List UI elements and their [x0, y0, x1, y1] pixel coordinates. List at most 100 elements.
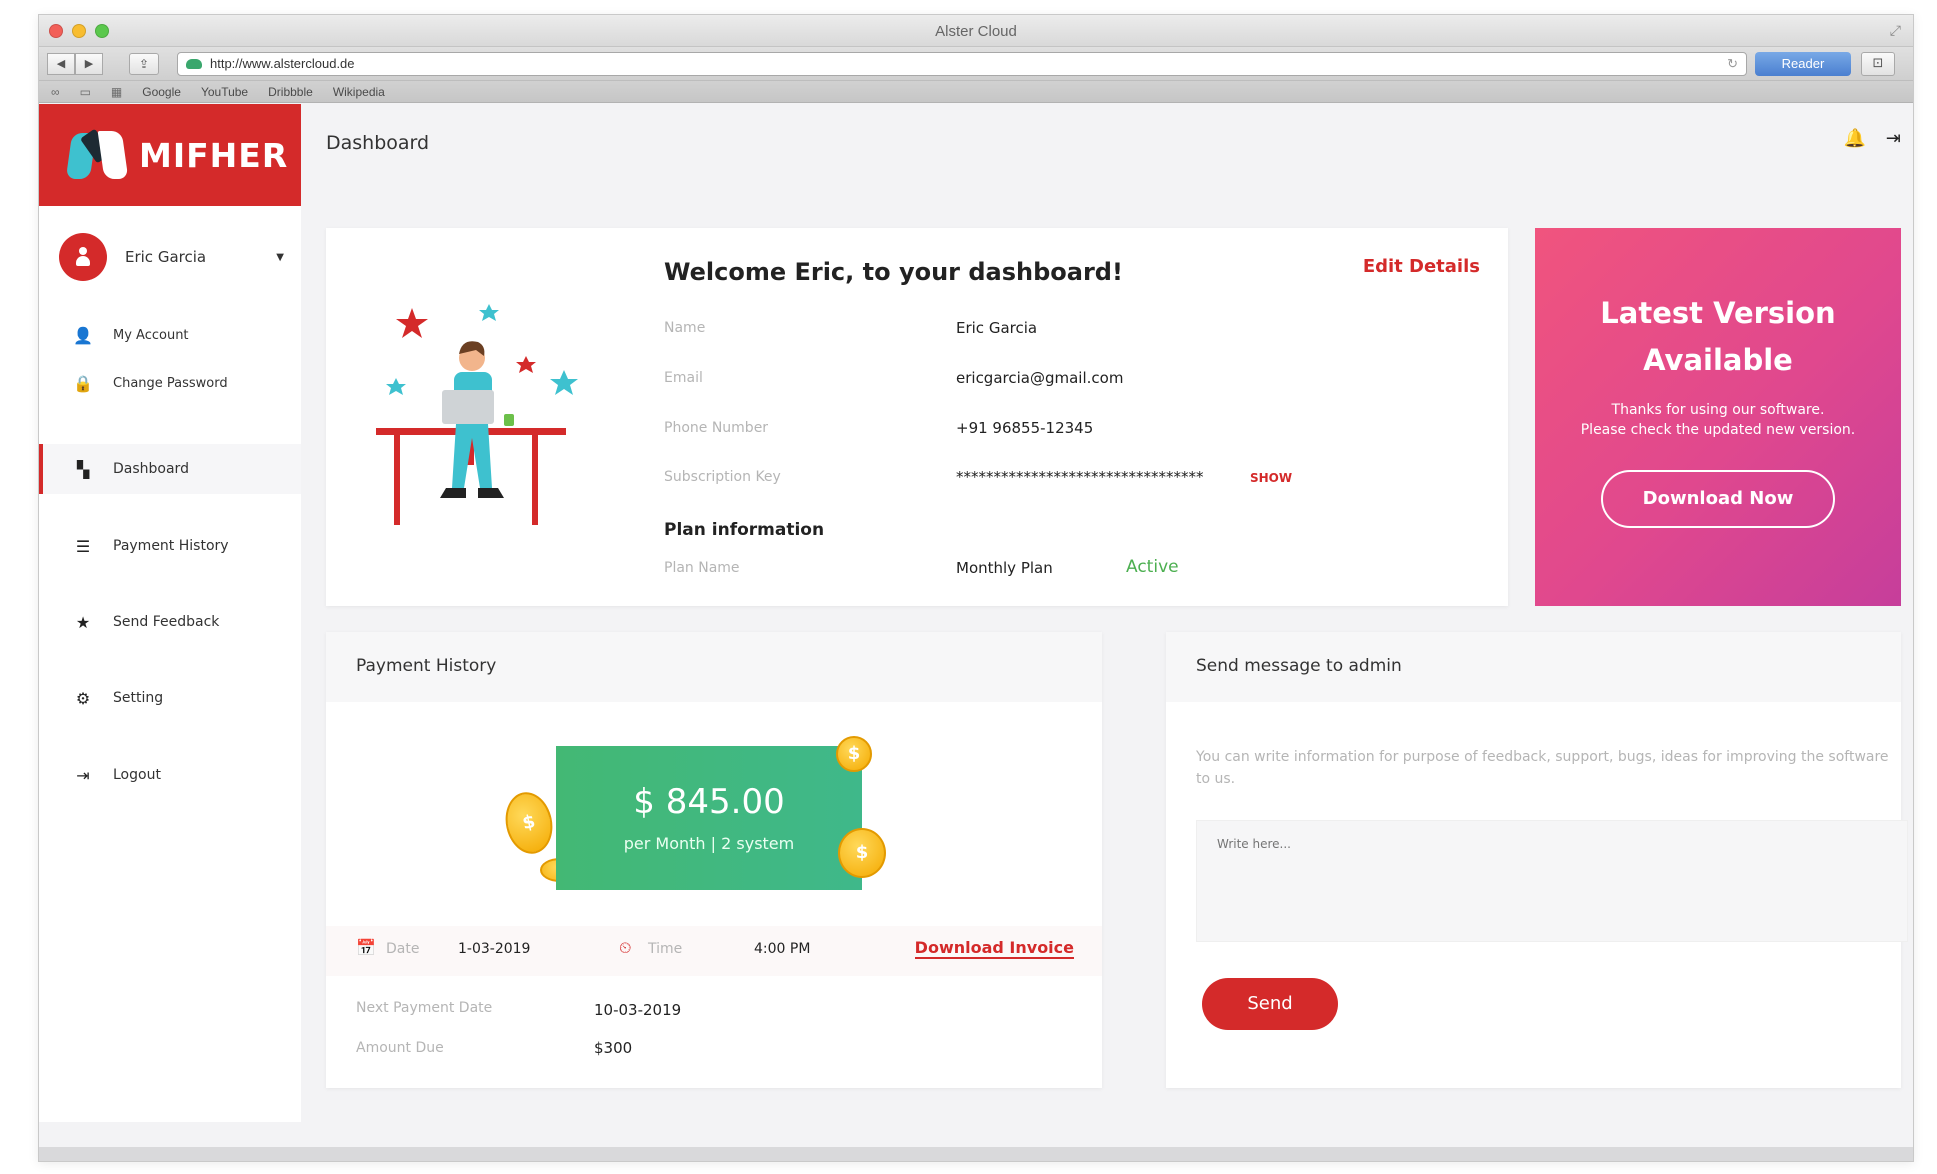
- share-button[interactable]: ⇪: [129, 53, 159, 75]
- sidebar-item-dashboard[interactable]: ▚ Dashboard: [39, 444, 301, 494]
- email-value: ericgarcia@gmail.com: [956, 369, 1124, 387]
- address-bar[interactable]: http://www.alstercloud.de ↻: [177, 52, 1747, 76]
- date-value: 1-03-2019: [458, 941, 531, 957]
- promo-text-line: Thanks for using our software.: [1611, 402, 1825, 418]
- show-key-button[interactable]: SHOW: [1250, 471, 1292, 485]
- caret-down-icon[interactable]: ▼: [276, 252, 284, 263]
- plan-info-heading: Plan information: [664, 520, 825, 540]
- logout-icon[interactable]: ⇥: [1886, 128, 1901, 149]
- site-cloud-icon: [186, 59, 202, 69]
- window-title: Alster Cloud: [935, 23, 1017, 40]
- sidebar-item-label: Change Password: [113, 376, 228, 391]
- brand-mark-icon: [65, 128, 129, 181]
- price-amount: $ 845.00: [633, 782, 785, 822]
- sidebar-item-label: Setting: [113, 690, 164, 706]
- sidebar-item-send-feedback[interactable]: ★ Send Feedback: [39, 597, 301, 647]
- star-icon: ★: [75, 612, 91, 632]
- sidebar-item-change-password[interactable]: 🔒 Change Password: [69, 374, 228, 393]
- fullscreen-icon[interactable]: ⤢: [1890, 23, 1901, 39]
- browser-window: Alster Cloud ⤢ ◀ ▶ ⇪ http://www.alstercl…: [38, 14, 1914, 1162]
- bell-icon[interactable]: 🔔: [1843, 128, 1865, 149]
- gear-icon: ⚙: [75, 688, 91, 708]
- promo-title: Latest Version Available: [1535, 290, 1901, 384]
- sidebar-item-my-account[interactable]: 👤 My Account: [69, 326, 189, 345]
- user-menu[interactable]: Eric Garcia ▼: [59, 232, 284, 282]
- sidebar-item-label: Payment History: [113, 538, 229, 554]
- message-textarea[interactable]: [1196, 820, 1908, 942]
- user-icon: 👤: [73, 326, 93, 345]
- title-bar: Alster Cloud ⤢: [39, 15, 1913, 47]
- edit-details-link[interactable]: Edit Details: [1363, 256, 1480, 277]
- email-label: Email: [664, 370, 703, 386]
- price-bill: $ 845.00 per Month | 2 system: [556, 746, 862, 890]
- bookmark-item[interactable]: Wikipedia: [333, 85, 385, 99]
- bookmark-item[interactable]: YouTube: [201, 85, 248, 99]
- reading-list-icon[interactable]: ∞: [51, 85, 60, 99]
- next-payment-value: 10-03-2019: [594, 1001, 682, 1019]
- sidebar-item-label: Logout: [113, 767, 161, 783]
- sidebar-item-setting[interactable]: ⚙ Setting: [39, 673, 301, 723]
- brand-logo[interactable]: MIFHER: [39, 104, 301, 206]
- reload-icon[interactable]: ↻: [1727, 53, 1738, 75]
- payment-summary-row: 📅 Date 1-03-2019 ⏲ Time 4:00 PM Download…: [326, 926, 1102, 976]
- list-icon: ☰: [75, 536, 91, 556]
- page-title: Dashboard: [326, 132, 430, 154]
- sidebar: MIFHER Eric Garcia ▼ 👤 My Account 🔒 Chan…: [39, 104, 301, 1122]
- avatar: [59, 233, 107, 281]
- nav-buttons: ◀ ▶: [47, 53, 103, 75]
- dashboard-icon: ▚: [76, 459, 90, 479]
- payment-history-heading: Payment History: [326, 632, 1102, 702]
- plan-status-badge: Active: [1126, 557, 1179, 577]
- sidebar-item-payment-history[interactable]: ☰ Payment History: [39, 521, 301, 571]
- amount-due-label: Amount Due: [356, 1040, 444, 1056]
- tabs-button[interactable]: ⊡: [1861, 52, 1895, 76]
- promo-title-line: Latest Version: [1600, 296, 1836, 330]
- time-label: Time: [648, 941, 683, 957]
- bookmarks-icon[interactable]: ▭: [80, 85, 91, 99]
- download-now-button[interactable]: Download Now: [1601, 470, 1835, 528]
- user-name: Eric Garcia: [125, 248, 207, 266]
- date-label: Date: [386, 941, 420, 957]
- money-illustration: $ $ $ 845.00 per Month | 2 system $ $: [500, 736, 898, 890]
- logout-icon: ⇥: [76, 765, 90, 785]
- coin-icon: $: [500, 787, 558, 859]
- lock-icon: 🔒: [73, 374, 93, 393]
- back-button[interactable]: ◀: [47, 53, 75, 75]
- user-avatar-icon: [75, 247, 91, 267]
- send-button[interactable]: Send: [1202, 978, 1338, 1030]
- send-message-heading: Send message to admin: [1166, 632, 1901, 702]
- payment-history-card: Payment History $ $ $ 845.00 per Month |…: [326, 632, 1102, 1088]
- bookmark-item[interactable]: Dribbble: [268, 85, 313, 99]
- price-period: per Month | 2 system: [623, 834, 795, 853]
- forward-button[interactable]: ▶: [75, 53, 103, 75]
- coin-icon: $: [838, 828, 886, 878]
- sidebar-item-label: My Account: [113, 328, 189, 343]
- download-invoice-link[interactable]: Download Invoice: [914, 938, 1074, 959]
- phone-label: Phone Number: [664, 420, 769, 436]
- bookmark-item[interactable]: Google: [142, 85, 181, 99]
- browser-toolbar: ◀ ▶ ⇪ http://www.alstercloud.de ↻ Reader…: [39, 47, 1913, 81]
- top-sites-icon[interactable]: ▦: [111, 85, 122, 99]
- message-description: You can write information for purpose of…: [1196, 749, 1889, 787]
- bookmarks-bar: ∞ ▭ ▦ Google YouTube Dribbble Wikipedia: [39, 81, 1913, 103]
- sidebar-item-label: Send Feedback: [113, 614, 220, 630]
- phone-value: +91 96855-12345: [956, 419, 1094, 437]
- welcome-title: Welcome Eric, to your dashboard!: [664, 258, 1123, 286]
- update-promo-card: Latest Version Available Thanks for usin…: [1535, 228, 1901, 606]
- url-text: http://www.alstercloud.de: [210, 56, 355, 71]
- sidebar-item-logout[interactable]: ⇥ Logout: [39, 750, 301, 800]
- header-actions: 🔔 ⇥: [1843, 128, 1901, 149]
- coin-icon: $: [836, 736, 872, 772]
- app-root: MIFHER Eric Garcia ▼ 👤 My Account 🔒 Chan…: [39, 104, 1913, 1161]
- name-value: Eric Garcia: [956, 319, 1038, 337]
- name-label: Name: [664, 320, 706, 336]
- time-value: 4:00 PM: [754, 941, 811, 957]
- reader-button[interactable]: Reader: [1755, 52, 1851, 76]
- promo-title-line: Available: [1643, 343, 1793, 377]
- subscription-key-label: Subscription Key: [664, 469, 781, 485]
- next-payment-label: Next Payment Date: [356, 1000, 493, 1016]
- bottom-bar: [39, 1147, 1913, 1161]
- clock-icon: ⏲: [619, 938, 632, 957]
- plan-name-label: Plan Name: [664, 560, 740, 576]
- person-at-desk-illustration: [376, 304, 578, 525]
